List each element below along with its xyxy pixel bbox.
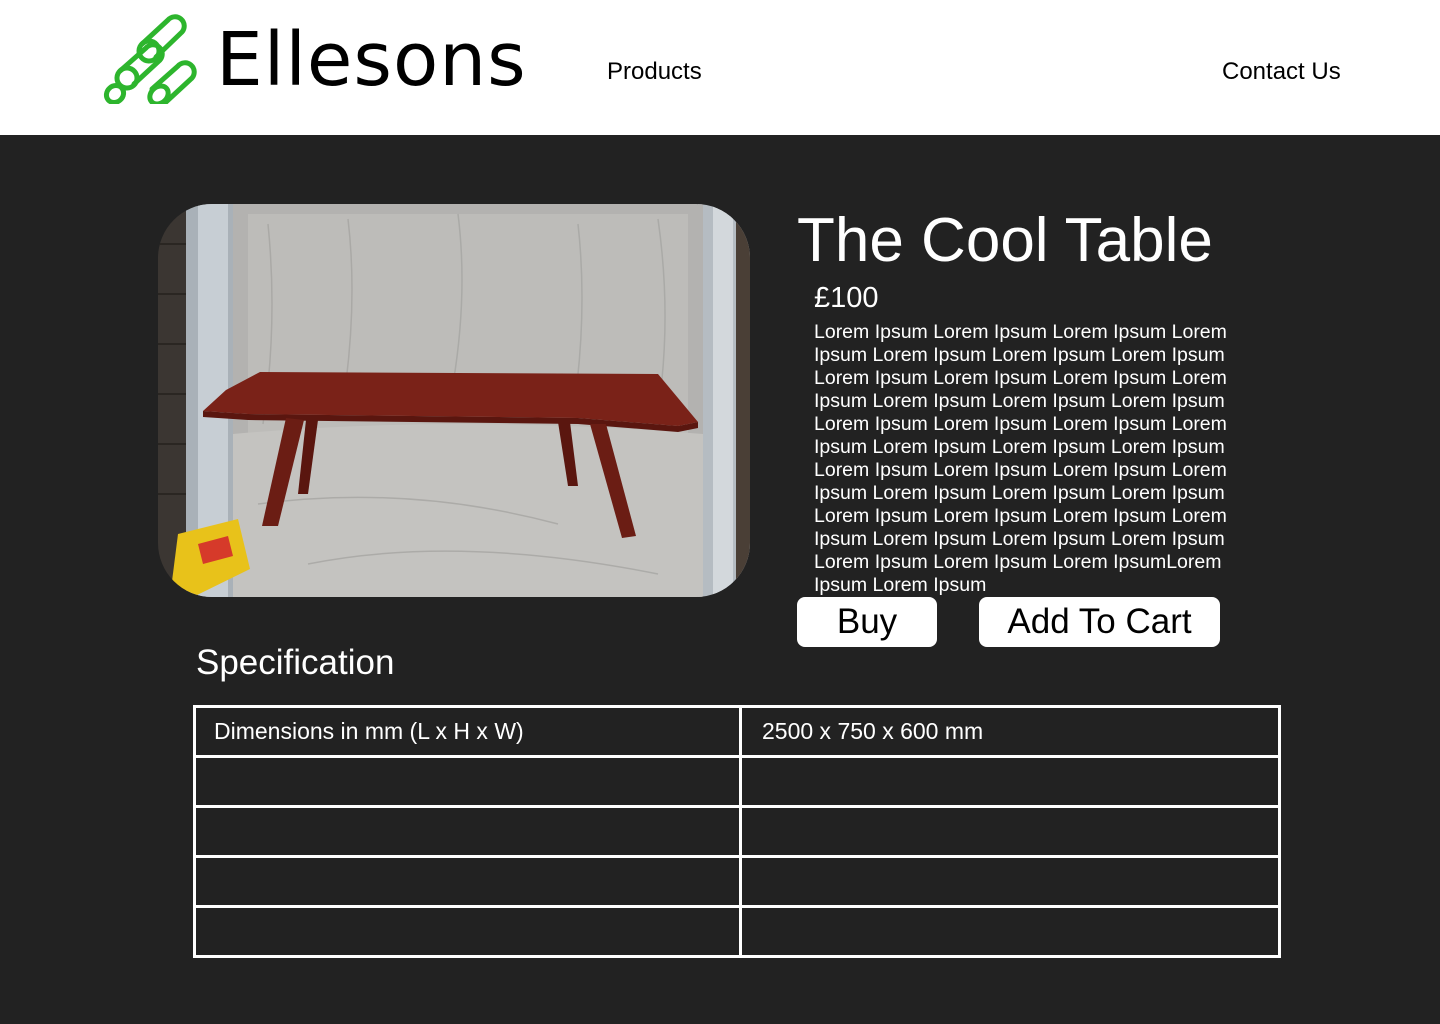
product-description: Lorem Ipsum Lorem Ipsum Lorem Ipsum Lore… — [814, 321, 1227, 596]
nav-contact-link[interactable]: Contact Us — [1222, 58, 1341, 87]
spec-label-cell — [193, 855, 742, 908]
table-row — [193, 755, 1281, 808]
spec-label-cell — [193, 905, 742, 958]
nav-products-link[interactable]: Products — [607, 58, 702, 87]
product-price: £100 — [814, 282, 879, 314]
spec-label-cell — [193, 805, 742, 858]
table-row — [193, 905, 1281, 958]
site-header: Ellesons Products Contact Us — [0, 0, 1440, 135]
product-title: The Cool Table — [797, 206, 1213, 275]
spec-value-cell — [739, 855, 1281, 908]
buy-button[interactable]: Buy — [797, 597, 937, 647]
spec-value-cell — [739, 805, 1281, 858]
specification-table: Dimensions in mm (L x H x W) 2500 x 750 … — [193, 705, 1281, 958]
product-image — [158, 204, 750, 597]
spec-label-cell: Dimensions in mm (L x H x W) — [193, 705, 742, 758]
spec-value-cell — [739, 905, 1281, 958]
table-row — [193, 855, 1281, 908]
add-to-cart-button[interactable]: Add To Cart — [979, 597, 1220, 647]
spec-label-cell — [193, 755, 742, 808]
brand-name[interactable]: Ellesons — [216, 17, 527, 103]
spec-value-cell: 2500 x 750 x 600 mm — [739, 705, 1281, 758]
specification-heading: Specification — [196, 643, 395, 682]
table-photo-illustration — [158, 204, 750, 597]
log-pile-logo-icon[interactable] — [102, 14, 200, 104]
table-row: Dimensions in mm (L x H x W) 2500 x 750 … — [193, 705, 1281, 758]
table-row — [193, 805, 1281, 858]
spec-value-cell — [739, 755, 1281, 808]
